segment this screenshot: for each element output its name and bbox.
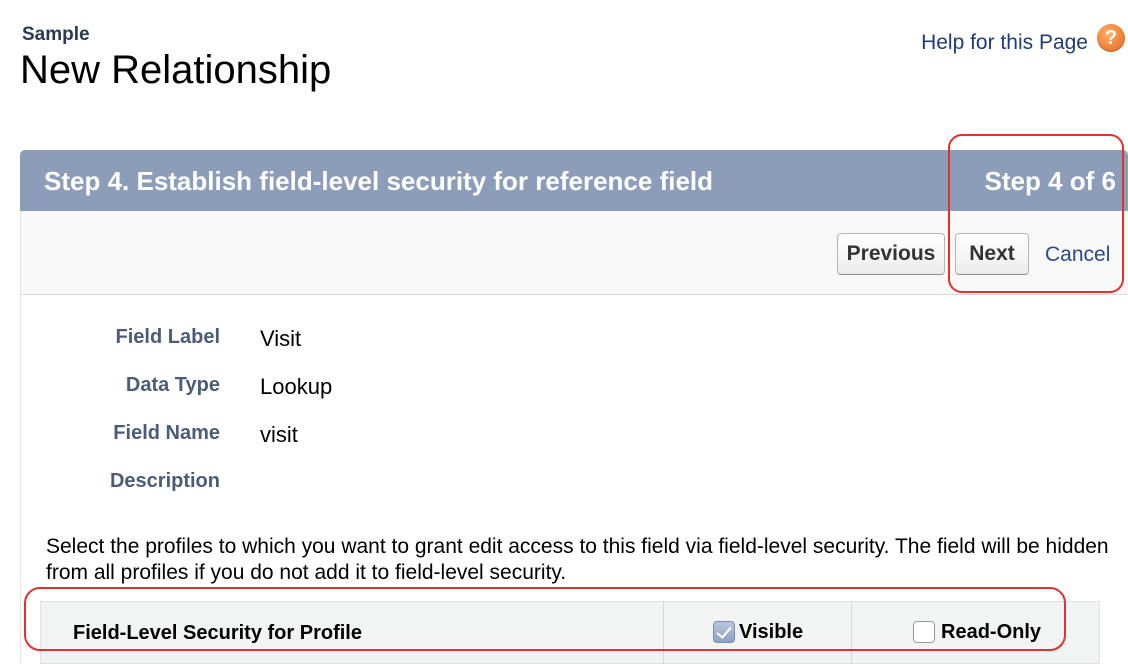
field-name-label: Field Name xyxy=(113,422,220,444)
description-label: Description xyxy=(109,470,220,492)
visible-header-label: Visible xyxy=(739,621,804,643)
page: Sample New Relationship Help for this Pa… xyxy=(0,0,1128,664)
field-name-value: visit xyxy=(260,422,298,447)
question-mark-icon[interactable]: ? xyxy=(1097,24,1125,52)
column-divider xyxy=(851,602,852,664)
page-title: New Relationship xyxy=(20,48,332,92)
readonly-all-checkbox[interactable] xyxy=(913,621,935,643)
data-type-label: Data Type xyxy=(125,374,220,396)
cancel-link[interactable]: Cancel xyxy=(1045,243,1110,267)
step-header: Step 4. Establish field-level security f… xyxy=(20,150,1128,211)
field-row-field-name: Field Name visit xyxy=(21,419,1128,449)
help-link[interactable]: Help for this Page xyxy=(921,30,1088,56)
button-bar: Previous Next Cancel xyxy=(20,211,1128,295)
field-label-value: Visit xyxy=(260,326,302,351)
readonly-column-header: Read-Only xyxy=(913,618,1041,646)
profile-security-table: Field-Level Security for Profile Visible… xyxy=(40,601,1100,664)
readonly-header-label: Read-Only xyxy=(941,621,1042,643)
previous-button[interactable]: Previous xyxy=(837,233,945,275)
visible-column-header: Visible xyxy=(713,618,803,646)
column-divider xyxy=(663,602,664,664)
field-row-field-label: Field Label Visit xyxy=(21,323,1128,353)
field-row-data-type: Data Type Lookup xyxy=(21,371,1128,401)
field-label-label: Field Label xyxy=(115,326,220,348)
step-counter: Step 4 of 6 xyxy=(984,166,1116,196)
breadcrumb: Sample xyxy=(22,24,90,45)
next-button[interactable]: Next xyxy=(955,233,1029,275)
data-type-value: Lookup xyxy=(260,374,333,399)
profile-column-header: Field-Level Security for Profile xyxy=(73,622,362,644)
visible-all-checkbox[interactable] xyxy=(713,621,735,643)
step-title: Step 4. Establish field-level security f… xyxy=(44,166,714,196)
instructions-text: Select the profiles to which you want to… xyxy=(46,535,1109,584)
field-row-description: Description xyxy=(21,467,1128,497)
